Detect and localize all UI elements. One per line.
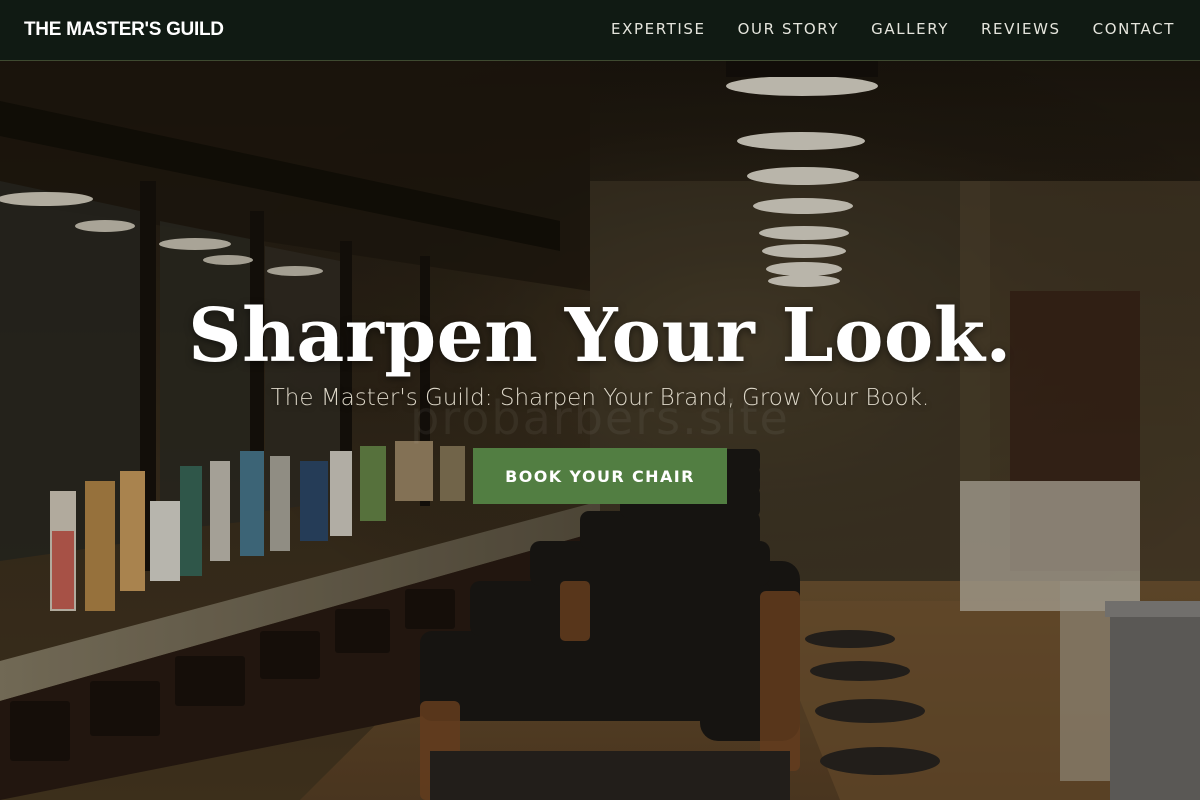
nav-links: EXPERTISE OUR STORY GALLERY REVIEWS CONT… xyxy=(611,20,1175,38)
nav-link-our-story[interactable]: OUR STORY xyxy=(738,20,840,38)
hero-title: Sharpen Your Look. xyxy=(188,293,1012,379)
navbar: THE MASTER'S GUILD EXPERTISE OUR STORY G… xyxy=(0,0,1200,61)
nav-link-reviews[interactable]: REVIEWS xyxy=(981,20,1061,38)
hero-section: probarbers.site Sharpen Your Look. The M… xyxy=(0,61,1200,800)
hero-subtitle: The Master's Guild: Sharpen Your Brand, … xyxy=(270,385,930,411)
nav-link-contact[interactable]: CONTACT xyxy=(1093,20,1175,38)
book-your-chair-button[interactable]: BOOK YOUR CHAIR xyxy=(473,448,727,504)
nav-link-gallery[interactable]: GALLERY xyxy=(871,20,949,38)
brand-logo-text[interactable]: THE MASTER'S GUILD xyxy=(24,19,224,41)
nav-link-expertise[interactable]: EXPERTISE xyxy=(611,20,706,38)
